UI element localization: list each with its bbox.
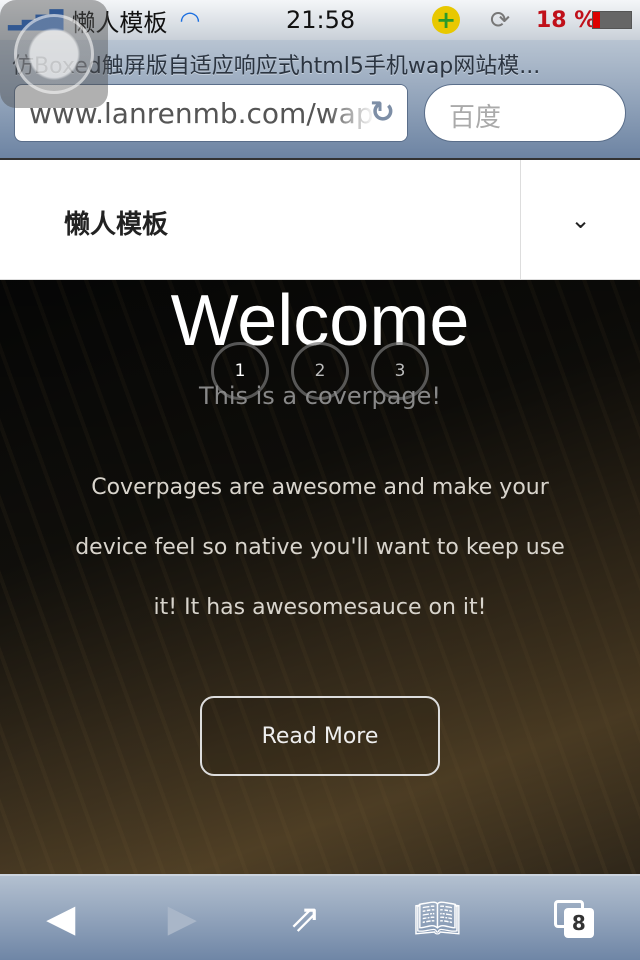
forward-icon[interactable]: ▶: [168, 896, 197, 940]
logo[interactable]: 懒人模板: [64, 204, 168, 241]
chevron-down-icon: ⌄: [570, 206, 591, 234]
bookmarks-icon[interactable]: 📖︎: [413, 896, 461, 941]
clock: 21:58: [286, 6, 356, 34]
back-icon[interactable]: ◀: [46, 896, 75, 940]
hero-text: Coverpages are awesome and make your dev…: [75, 475, 565, 620]
tab-count: 8: [563, 908, 594, 938]
rotation-lock-icon: ⟳: [490, 6, 511, 34]
browser-toolbar: ◀ ▶ ⇗ 📖︎ 8: [0, 874, 640, 960]
share-icon[interactable]: ⇗: [289, 896, 321, 940]
site-header: 懒人模板 ⌄: [0, 160, 640, 280]
menu-toggle-button[interactable]: ⌄: [520, 160, 640, 280]
battery-text: 18 %: [536, 7, 597, 33]
reload-icon[interactable]: ↻: [370, 95, 395, 130]
tabs-button[interactable]: 8: [553, 900, 594, 938]
read-more-button[interactable]: Read More: [200, 696, 440, 776]
search-input[interactable]: 百度: [424, 84, 626, 142]
wifi-icon: ◠: [179, 6, 201, 34]
battery-icon: [592, 11, 632, 29]
cover-page: Welcome 1 2 3 This is a coverpage! Cover…: [0, 280, 640, 874]
360-icon: +: [432, 6, 460, 34]
hero-subtitle: This is a coverpage!: [198, 382, 442, 410]
assistive-touch-button[interactable]: [0, 0, 108, 108]
